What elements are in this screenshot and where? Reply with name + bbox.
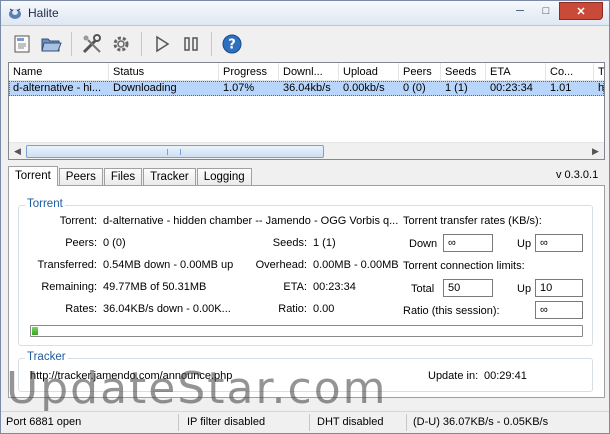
status-port: Port 6881 open: [6, 416, 82, 428]
seeds-value: 1 (1): [313, 237, 336, 249]
toolbar-separator: [211, 32, 212, 56]
splitter[interactable]: [1, 161, 609, 164]
status-ip-filter: IP filter disabled: [187, 416, 266, 428]
tab-torrent[interactable]: Torrent: [8, 166, 58, 186]
row-progress: 1.07%: [223, 82, 255, 94]
toolbar-separator: [141, 32, 142, 56]
toolbar-separator: [71, 32, 72, 56]
column-header-peers[interactable]: Peers: [399, 63, 441, 81]
column-header-status[interactable]: Status: [109, 63, 219, 81]
up-limit-input[interactable]: ∞: [535, 234, 583, 252]
column-header-download[interactable]: Downl...: [279, 63, 339, 81]
row-download: 36.04kb/s: [283, 82, 331, 94]
transferred-value: 0.54MB down - 0.00MB up: [103, 259, 234, 271]
rates-label: Rates:: [65, 303, 97, 315]
pause-icon[interactable]: [178, 31, 204, 57]
horizontal-scrollbar[interactable]: ◀ ▶: [9, 142, 604, 159]
tools-icon[interactable]: [79, 31, 105, 57]
row-name: d-alternative - hi...: [13, 82, 102, 94]
ratio-value: 0.00: [313, 303, 335, 315]
column-header-upload[interactable]: Upload: [339, 63, 399, 81]
total-connections-input[interactable]: 50: [443, 279, 493, 297]
up-connections-input[interactable]: 10: [535, 279, 583, 297]
total-connections-label: Total: [411, 283, 435, 295]
version-label: v 0.3.0.1: [556, 169, 599, 181]
scroll-right-icon[interactable]: ▶: [587, 143, 604, 159]
download-progress-fill: [32, 327, 38, 335]
tracker-update-value: 00:29:41: [484, 370, 527, 382]
eta-label: ETA:: [283, 281, 307, 293]
row-copies: 1.01: [550, 82, 572, 94]
help-icon[interactable]: ?: [219, 31, 245, 57]
torrent-list[interactable]: Name Status Progress Downl... Upload Pee…: [8, 62, 605, 160]
row-tracker: ht: [598, 82, 605, 94]
down-limit-input[interactable]: ∞: [443, 234, 493, 252]
scrollbar-thumb[interactable]: [26, 145, 324, 158]
svg-text:?: ?: [228, 38, 236, 53]
eta-value: 00:23:34: [313, 281, 356, 293]
down-limit-label: Down: [409, 238, 438, 250]
up-limit-label: Up: [517, 238, 532, 250]
peers-value: 0 (0): [103, 237, 126, 249]
watermark-logo: UpdateStar.com: [6, 363, 388, 414]
column-header-eta[interactable]: ETA: [486, 63, 546, 81]
maximize-icon[interactable]: □: [533, 2, 559, 20]
download-progress-bar: [30, 325, 583, 337]
tab-files[interactable]: Files: [103, 168, 143, 186]
title-bar: Halite ─ □ ✕: [1, 1, 609, 26]
status-bar: Port 6881 open IP filter disabled DHT di…: [1, 411, 609, 433]
main-window: Halite ─ □ ✕ ? Name Status Progress Down…: [0, 0, 610, 434]
settings-gear-icon[interactable]: [108, 31, 134, 57]
session-ratio-input[interactable]: ∞: [535, 301, 583, 319]
minimize-icon[interactable]: ─: [507, 2, 533, 20]
table-row[interactable]: d-alternative - hi... Downloading 1.07% …: [9, 81, 604, 96]
open-folder-icon[interactable]: [38, 31, 64, 57]
torrent-name-value: d-alternative - hidden chamber -- Jamend…: [103, 215, 399, 227]
up-connections-label: Up: [517, 283, 532, 295]
status-dht: DHT disabled: [317, 416, 384, 428]
toolbar: ?: [1, 27, 609, 61]
column-header-seeds[interactable]: Seeds: [441, 63, 486, 81]
scroll-left-icon[interactable]: ◀: [9, 143, 26, 159]
column-header-tracker[interactable]: Tr: [594, 63, 604, 81]
torrent-name-label: Torrent:: [59, 215, 97, 227]
overhead-value: 0.00MB - 0.00MB: [313, 259, 399, 271]
overhead-label: Overhead:: [255, 259, 307, 271]
row-seeds: 1 (1): [445, 82, 468, 94]
row-upload: 0.00kb/s: [343, 82, 385, 94]
torrent-group: Torrent Torrent: d-alternative - hidden …: [18, 198, 593, 346]
detail-tabs: Torrent Peers Files Tracker Logging: [8, 166, 253, 186]
rates-value: 36.04KB/s down - 0.00K...: [103, 303, 231, 315]
remaining-value: 49.77MB of 50.31MB: [103, 281, 207, 293]
peers-label: Peers:: [65, 237, 97, 249]
add-torrent-icon[interactable]: [9, 31, 35, 57]
row-peers: 0 (0): [403, 82, 426, 94]
column-header-name[interactable]: Name: [9, 63, 109, 81]
resume-icon[interactable]: [149, 31, 175, 57]
tab-peers[interactable]: Peers: [58, 168, 103, 186]
column-header-progress[interactable]: Progress: [219, 63, 279, 81]
status-rates: (D-U) 36.07KB/s - 0.05KB/s: [413, 416, 549, 428]
column-header-copies[interactable]: Co...: [546, 63, 594, 81]
halite-app-icon: [9, 8, 21, 19]
remaining-label: Remaining:: [41, 281, 97, 293]
transfer-rates-title: Torrent transfer rates (KB/s):: [403, 215, 542, 227]
connection-limits-title: Torrent connection limits:: [403, 260, 525, 272]
list-header: Name Status Progress Downl... Upload Pee…: [9, 63, 604, 81]
row-status: Downloading: [113, 82, 177, 94]
tab-tracker[interactable]: Tracker: [143, 168, 196, 186]
seeds-label: Seeds:: [272, 237, 307, 249]
window-title: Halite: [28, 6, 59, 20]
torrent-group-legend: Torrent: [25, 198, 65, 210]
tab-logging[interactable]: Logging: [196, 168, 252, 186]
ratio-label: Ratio:: [278, 303, 307, 315]
session-ratio-label: Ratio (this session):: [403, 305, 500, 317]
tracker-update-label: Update in:: [428, 370, 479, 382]
row-eta: 00:23:34: [490, 82, 533, 94]
close-icon[interactable]: ✕: [559, 2, 603, 20]
transferred-label: Transferred:: [37, 259, 97, 271]
tracker-group-legend: Tracker: [25, 351, 68, 363]
